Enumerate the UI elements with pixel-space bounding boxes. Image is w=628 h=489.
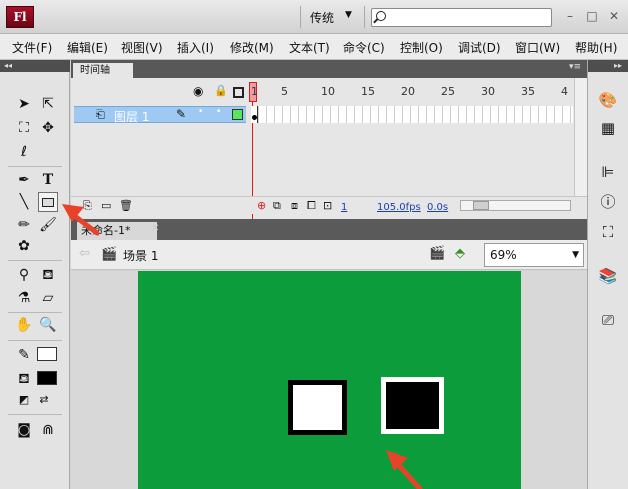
annotation-arrows — [62, 204, 423, 489]
arrow-to-rectangle-tool — [62, 204, 100, 236]
arrow-to-shapes — [386, 450, 423, 489]
